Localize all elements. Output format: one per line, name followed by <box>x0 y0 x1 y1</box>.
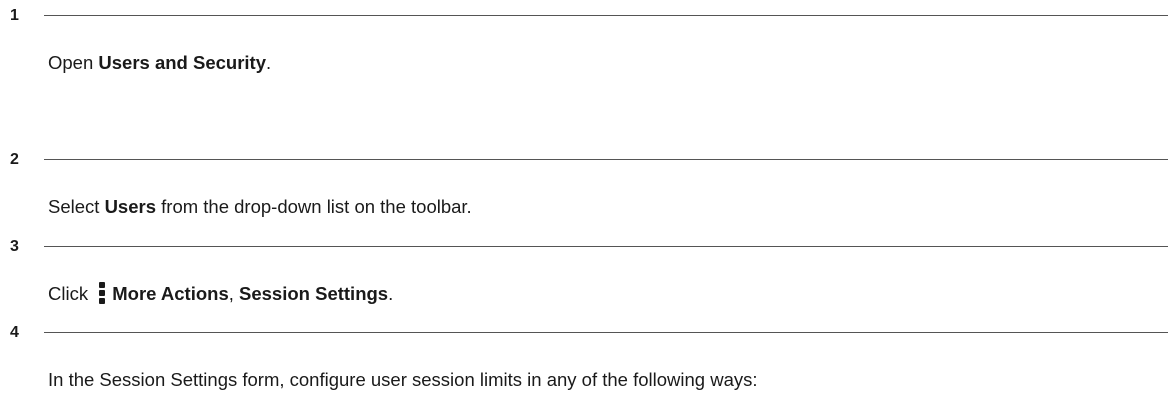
step-instruction: Open Users and Security. <box>48 51 271 75</box>
step-number: 4 <box>10 324 19 341</box>
step-header: 4 <box>10 323 1168 343</box>
instruction-text: Click <box>48 283 94 304</box>
step-instruction: Select Users from the drop-down list on … <box>48 195 472 219</box>
step-header: 3 <box>10 237 1168 257</box>
step-divider <box>44 246 1168 247</box>
step-number: 1 <box>10 7 19 24</box>
instruction-text: . <box>388 283 394 304</box>
instruction-text: . <box>266 52 272 73</box>
instruction-text: Open <box>48 52 99 73</box>
step-divider <box>44 159 1168 160</box>
step-header: 2 <box>10 150 1168 170</box>
step-header: 1 <box>10 6 1168 26</box>
ui-term: Users <box>104 196 156 217</box>
ui-term: Users and Security <box>98 52 267 73</box>
instruction-text: from the drop-down list on the toolbar. <box>156 196 472 217</box>
instruction-text: Select <box>48 196 105 217</box>
step-divider <box>44 15 1168 16</box>
step-number: 3 <box>10 238 19 255</box>
step-instruction: In the Session Settings form, configure … <box>48 369 758 390</box>
ui-term: Session Settings <box>239 283 389 304</box>
step-divider <box>44 332 1168 333</box>
step-number: 2 <box>10 151 19 168</box>
step-instruction: Click More Actions, Session Settings. <box>48 282 393 306</box>
more-actions-icon <box>95 282 109 304</box>
ui-term: More Actions <box>112 283 229 304</box>
instruction-text: , <box>228 283 240 304</box>
